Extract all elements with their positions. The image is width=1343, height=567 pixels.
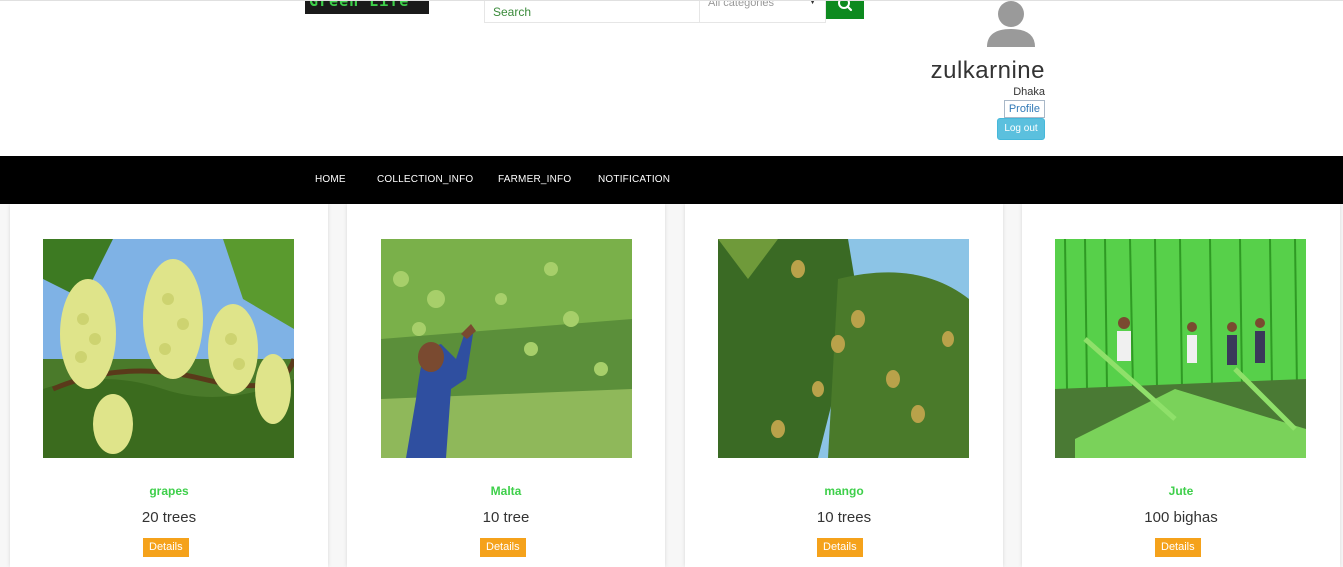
main-navbar: HOME COLLECTION_INFO FARMER_INFO NOTIFIC… bbox=[0, 156, 1343, 204]
site-logo[interactable]: Green Life bbox=[305, 1, 429, 14]
logo-text: Green Life bbox=[309, 1, 410, 10]
category-select[interactable]: All categories ▼ bbox=[700, 1, 826, 23]
product-quantity: 10 tree bbox=[482, 509, 530, 526]
user-avatar-icon bbox=[987, 1, 1035, 47]
product-image-grapes[interactable] bbox=[43, 239, 294, 458]
user-panel: zulkarnine Dhaka Profile Log out bbox=[900, 1, 1045, 157]
nav-item-farmer-info[interactable]: FARMER_INFO bbox=[498, 174, 571, 185]
nav-item-collection-info[interactable]: COLLECTION_INFO bbox=[377, 174, 473, 185]
product-grid: grapes 20 trees Details Malta 10 tree De… bbox=[0, 204, 1343, 567]
profile-button[interactable]: Profile bbox=[1003, 100, 1045, 118]
product-quantity: 100 bighas bbox=[1144, 509, 1218, 526]
search-bar: All categories ▼ bbox=[484, 1, 864, 23]
product-name: Jute bbox=[1168, 484, 1194, 498]
product-quantity: 10 trees bbox=[816, 509, 872, 526]
user-city: Dhaka bbox=[1013, 86, 1045, 98]
site-header: Green Life All categories ▼ zulkarnine D… bbox=[0, 0, 1343, 156]
logout-button[interactable]: Log out bbox=[997, 118, 1045, 140]
product-name: grapes bbox=[149, 484, 189, 498]
product-card: grapes 20 trees Details bbox=[10, 204, 328, 567]
search-input[interactable] bbox=[484, 1, 700, 23]
product-image-mango[interactable] bbox=[718, 239, 969, 458]
chevron-down-icon: ▼ bbox=[808, 1, 817, 6]
nav-item-notification[interactable]: NOTIFICATION bbox=[598, 174, 670, 185]
search-icon bbox=[838, 1, 853, 12]
product-name: mango bbox=[824, 484, 864, 498]
product-quantity: 20 trees bbox=[141, 509, 197, 526]
product-name: Malta bbox=[490, 484, 522, 498]
details-button[interactable]: Details bbox=[480, 538, 526, 557]
product-card: Jute 100 bighas Details bbox=[1022, 204, 1340, 567]
search-button[interactable] bbox=[826, 1, 864, 19]
category-select-value: All categories bbox=[708, 1, 775, 9]
product-card: Malta 10 tree Details bbox=[347, 204, 665, 567]
details-button[interactable]: Details bbox=[143, 538, 189, 557]
product-image-jute[interactable] bbox=[1055, 239, 1306, 458]
product-image-malta[interactable] bbox=[381, 239, 632, 458]
details-button[interactable]: Details bbox=[817, 538, 863, 557]
details-button[interactable]: Details bbox=[1155, 538, 1201, 557]
nav-item-home[interactable]: HOME bbox=[315, 174, 346, 185]
product-card: mango 10 trees Details bbox=[685, 204, 1003, 567]
username: zulkarnine bbox=[930, 57, 1045, 84]
